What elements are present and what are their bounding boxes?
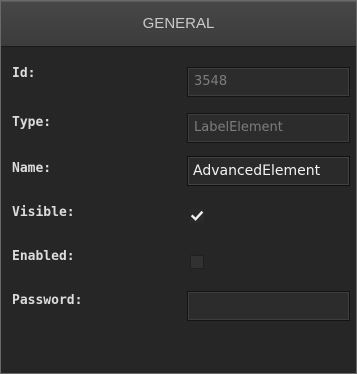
checkmark-icon <box>190 210 204 221</box>
panel-title: GENERAL <box>142 15 215 32</box>
type-field: LabelElement <box>187 113 350 143</box>
visible-checkbox[interactable] <box>190 209 204 223</box>
name-label: Name: <box>12 161 52 176</box>
enabled-checkbox[interactable] <box>190 255 204 269</box>
visible-label: Visible: <box>12 205 75 220</box>
id-field: 3548 <box>187 67 350 97</box>
general-properties-panel: GENERAL Id: 3548 Type: LabelElement Name… <box>0 0 357 374</box>
password-input[interactable] <box>187 291 350 321</box>
id-label: Id: <box>12 66 36 81</box>
password-label: Password: <box>12 293 83 308</box>
enabled-label: Enabled: <box>12 249 75 264</box>
type-label: Type: <box>12 115 52 130</box>
panel-header[interactable]: GENERAL <box>1 1 356 47</box>
name-input[interactable]: AdvancedElement <box>187 156 350 186</box>
